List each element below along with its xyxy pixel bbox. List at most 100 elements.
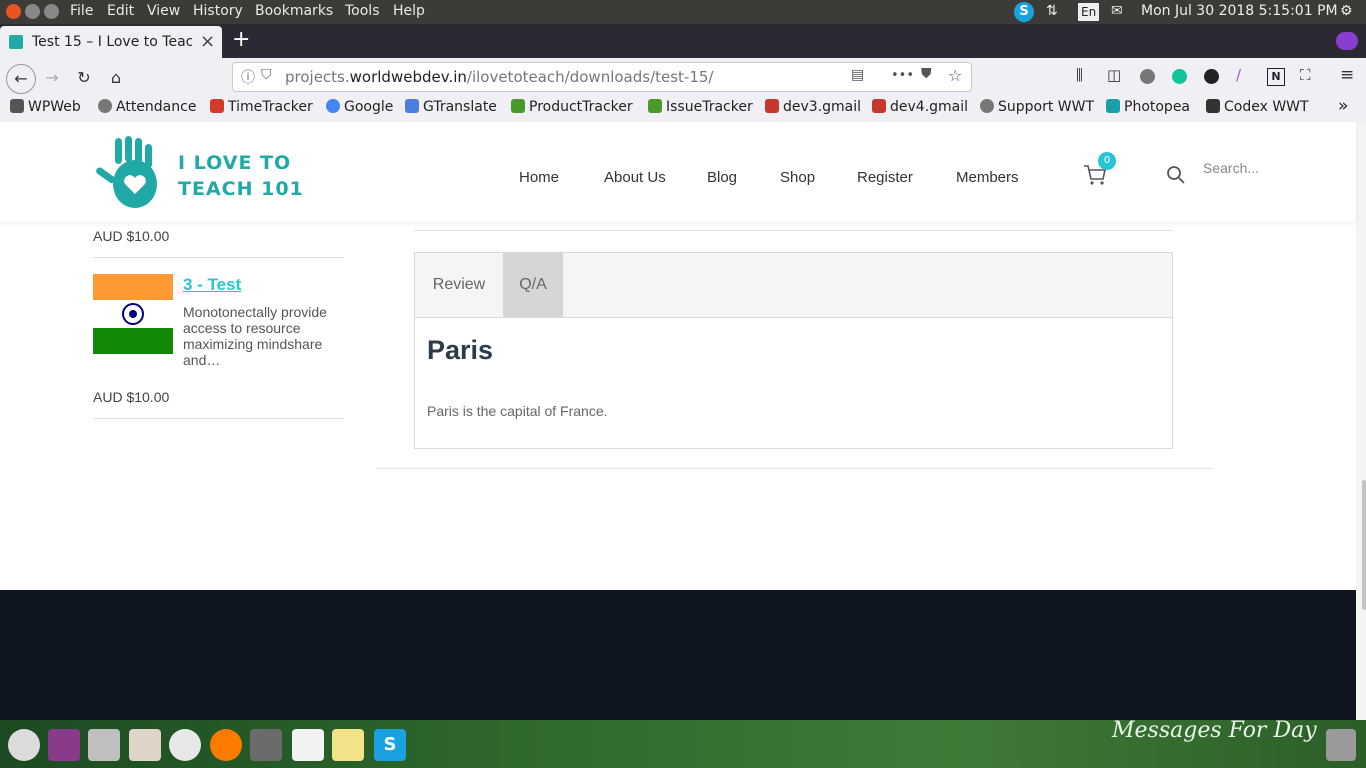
menu-view[interactable]: View [147, 3, 180, 19]
gmail-icon [765, 99, 779, 113]
info-icon[interactable]: ⓘ [241, 67, 255, 87]
desktop-taskbar: Messages For Day S [0, 718, 1366, 768]
menu-help[interactable]: Help [393, 3, 425, 19]
crop-icon[interactable]: ⛶ [1300, 66, 1311, 84]
product-title-link[interactable]: 3 - Test [183, 275, 241, 295]
reader-view-icon[interactable]: ▤ [851, 67, 864, 83]
keyboard-layout-indicator[interactable]: En [1078, 3, 1100, 21]
bookmark-item[interactable]: Attendance [98, 99, 196, 115]
tab-close-icon[interactable]: × [200, 31, 215, 52]
scrollbar-thumb[interactable] [1362, 480, 1366, 610]
menu-edit[interactable]: Edit [107, 3, 134, 19]
browser-tab-strip: Test 15 – I Love to Teach × + [0, 24, 1366, 58]
photopea-icon [1106, 99, 1120, 113]
logo-hand-icon[interactable] [93, 136, 173, 210]
drive-icon[interactable] [88, 729, 120, 761]
bookmark-item[interactable]: Google [326, 99, 393, 115]
back-button[interactable]: ← [6, 64, 36, 94]
library-icon[interactable]: ⫼ [1076, 66, 1083, 84]
page-scrollbar[interactable] [1356, 122, 1366, 720]
nav-shop[interactable]: Shop [780, 169, 815, 186]
search-icon[interactable] [1166, 165, 1186, 185]
os-top-bar: File Edit View History Bookmarks Tools H… [0, 0, 1366, 24]
nav-register[interactable]: Register [857, 169, 913, 186]
text-editor-icon[interactable] [292, 729, 324, 761]
hamburger-menu-icon[interactable]: ≡ [1340, 65, 1354, 85]
bookmark-item[interactable]: dev4.gmail [872, 99, 968, 115]
qa-tabs-panel: Review Q/A Paris Paris is the capital of… [414, 252, 1173, 449]
private-browsing-icon [1336, 32, 1358, 50]
nav-home[interactable]: Home [519, 169, 559, 186]
product-price: AUD $10.00 [93, 389, 170, 405]
menu-bookmarks[interactable]: Bookmarks [255, 3, 333, 19]
nav-blog[interactable]: Blog [707, 169, 737, 186]
tab-review[interactable]: Review [415, 253, 503, 317]
tab-qa[interactable]: Q/A [503, 253, 563, 317]
menu-tools[interactable]: Tools [345, 3, 380, 19]
browser-tab-active[interactable]: Test 15 – I Love to Teach × [0, 26, 222, 58]
reload-button[interactable]: ↻ [70, 64, 98, 92]
globe-icon [980, 99, 994, 113]
menu-file[interactable]: File [70, 3, 93, 19]
sublime-icon[interactable] [250, 729, 282, 761]
folder-icon [10, 99, 24, 113]
bookmark-item[interactable]: ProductTracker [511, 99, 633, 115]
bookmark-item[interactable]: TimeTracker [210, 99, 313, 115]
power-icon[interactable]: ⚙ [1340, 3, 1353, 19]
bookmark-item[interactable]: Codex WWT [1206, 99, 1309, 115]
bookmark-item[interactable]: GTranslate [405, 99, 497, 115]
system-settings-icon[interactable] [8, 729, 40, 761]
logo-text[interactable]: TEACH 101 [178, 178, 304, 200]
tabs-header: Review Q/A [415, 253, 1172, 318]
sidebar-icon[interactable]: ◫ [1107, 66, 1121, 84]
mail-icon[interactable]: ✉ [1111, 3, 1123, 19]
app-icon[interactable] [48, 729, 80, 761]
nav-about-us[interactable]: About Us [604, 169, 666, 186]
forward-button[interactable]: → [38, 64, 66, 92]
grammarly-icon[interactable] [1172, 69, 1187, 84]
logo-text[interactable]: I LOVE TO [178, 152, 291, 174]
bookmark-item[interactable]: IssueTracker [648, 99, 753, 115]
close-window-button[interactable] [6, 4, 21, 19]
url-bar[interactable]: ⓘ ⛉ projects.worldwebdev.in/ilovetoteach… [232, 62, 972, 92]
product-thumbnail-flag[interactable] [93, 274, 173, 354]
site-header: I LOVE TO TEACH 101 Home About Us Blog S… [0, 122, 1356, 222]
pocket-icon[interactable]: ⛊ [921, 66, 932, 82]
skype-icon[interactable]: S [374, 729, 406, 761]
timetracker-icon [210, 99, 224, 113]
divider [414, 230, 1173, 231]
network-icon[interactable]: ⇅ [1046, 3, 1058, 19]
new-tab-button[interactable]: + [232, 27, 250, 52]
tracking-shield-icon[interactable]: ⛉ [261, 67, 272, 83]
url-text[interactable]: projects.worldwebdev.in/ilovetoteach/dow… [285, 68, 714, 86]
page-actions-button[interactable]: ••• [891, 68, 914, 83]
pen-icon[interactable]: ∕ [1236, 66, 1241, 84]
sticky-notes-icon[interactable] [332, 729, 364, 761]
bookmarks-overflow-button[interactable]: » [1338, 96, 1348, 116]
bookmark-star-icon[interactable]: ☆ [948, 66, 962, 85]
maximize-window-button[interactable] [44, 4, 59, 19]
bookmark-item[interactable]: WPWeb [10, 99, 81, 115]
n-extension-icon[interactable]: N [1267, 68, 1285, 86]
extension-icon[interactable] [1140, 69, 1155, 84]
search-input[interactable]: Search... [1203, 160, 1259, 176]
extension-dark-icon[interactable] [1204, 69, 1219, 84]
globe-icon [98, 99, 112, 113]
clock[interactable]: Mon Jul 30 2018 5:15:01 PM [1141, 3, 1338, 19]
trash-icon[interactable] [1326, 729, 1356, 761]
browser-nav-bar: ← → ↻ ⌂ ⓘ ⛉ projects.worldwebdev.in/ilov… [0, 58, 1366, 96]
codex-icon [1206, 99, 1220, 113]
menu-history[interactable]: History [193, 3, 243, 19]
bookmark-item[interactable]: Support WWT [980, 99, 1094, 115]
tracker-icon [648, 99, 662, 113]
skype-tray-icon[interactable]: S [1014, 2, 1034, 22]
tracker-icon [511, 99, 525, 113]
bookmark-item[interactable]: dev3.gmail [765, 99, 861, 115]
nav-members[interactable]: Members [956, 169, 1019, 186]
home-button[interactable]: ⌂ [102, 64, 130, 92]
bookmark-item[interactable]: Photopea [1106, 99, 1190, 115]
firefox-icon[interactable] [210, 729, 242, 761]
minimize-window-button[interactable] [25, 4, 40, 19]
chrome-icon[interactable] [169, 729, 201, 761]
files-icon[interactable] [129, 729, 161, 761]
